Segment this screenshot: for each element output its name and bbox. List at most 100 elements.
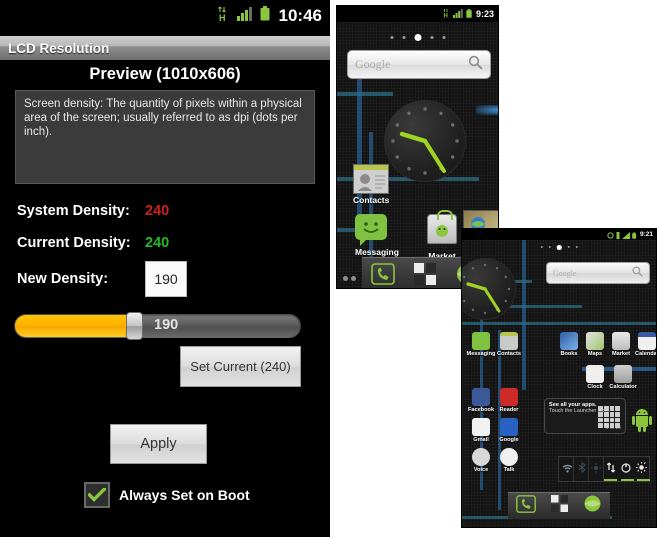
android-robot-icon <box>632 408 652 432</box>
app-icon-google[interactable]: Google <box>494 418 524 443</box>
app-title-bar: LCD Resolution <box>0 36 330 60</box>
app-icon-talk[interactable]: Talk <box>494 448 524 473</box>
tablet-dock <box>508 492 610 519</box>
usb-icon <box>616 229 620 244</box>
status-bar: H 10:46 <box>0 0 330 32</box>
wifi-icon[interactable] <box>562 460 573 478</box>
lcd-resolution-app-screenshot: H 10:46 LCD Resolution Preview (1010x606… <box>0 0 330 537</box>
search-placeholder: Google <box>553 268 577 278</box>
wallpaper-stripe <box>462 322 656 325</box>
widget-active-indicator <box>621 478 634 481</box>
sync-icon[interactable] <box>606 460 616 478</box>
app-label: Calculator <box>609 384 637 390</box>
app-label: Google <box>499 437 519 443</box>
search-placeholder: Google <box>355 57 391 71</box>
launcher-icon[interactable] <box>412 262 438 286</box>
page-dot-active <box>556 245 562 250</box>
slider-thumb[interactable] <box>126 312 143 340</box>
messaging-icon <box>355 214 387 246</box>
reader-icon <box>500 388 518 406</box>
app-label: Reader <box>499 407 519 413</box>
widget-divider <box>588 457 589 481</box>
set-current-button[interactable]: Set Current (240) <box>180 346 301 387</box>
signal-bars-icon <box>452 6 463 23</box>
page-dot <box>567 246 570 249</box>
description-text: Screen density: The quantity of pixels w… <box>24 98 302 138</box>
google-search-widget[interactable]: Google <box>347 50 491 79</box>
app-icon-market[interactable]: Market <box>427 210 457 261</box>
wallpaper-glow <box>476 105 498 115</box>
app-icon-contacts[interactable]: Contacts <box>494 332 524 357</box>
phone-icon[interactable] <box>370 262 396 286</box>
page-indicator-dots <box>540 245 578 250</box>
always-set-on-boot-checkbox[interactable] <box>84 482 110 508</box>
tablet-wallpaper: Google Books Maps Market Calendar Clock … <box>462 240 656 527</box>
widget-divider <box>573 457 574 481</box>
current-density-row: Current Density: 240 <box>17 235 169 251</box>
wallpaper-stripe <box>522 240 526 390</box>
page-dot <box>540 246 543 249</box>
page-dot <box>442 36 445 39</box>
app-icon-calendar[interactable]: Calendar <box>632 332 656 357</box>
page-dot <box>343 276 348 281</box>
new-density-input[interactable]: 190 <box>145 261 187 297</box>
app-label: Messaging <box>355 247 399 257</box>
status-bar-clock: 10:46 <box>278 6 322 25</box>
phone-icon[interactable] <box>515 494 536 518</box>
contacts-icon <box>353 164 389 194</box>
tablet-homescreen-screenshot: Google Books Maps Market Calendar Clock … <box>461 228 657 528</box>
bluetooth-icon[interactable] <box>578 460 586 478</box>
google-search-widget[interactable]: Google <box>546 262 650 284</box>
current-density-label: Current Density: <box>17 235 131 251</box>
brightness-icon[interactable] <box>635 460 647 478</box>
tablet-status-bar: 9:21 <box>462 229 656 240</box>
launcher-icon[interactable] <box>550 495 568 517</box>
system-density-value: 240 <box>145 203 170 219</box>
search-icon[interactable] <box>468 55 483 75</box>
app-icon-gmail[interactable]: Gmail <box>466 418 496 443</box>
app-label: Facebook <box>467 407 495 413</box>
app-icon-messaging[interactable]: Messaging <box>466 332 496 357</box>
apply-button[interactable]: Apply <box>110 424 207 464</box>
system-density-row: System Density: 240 <box>17 203 169 219</box>
battery-toggle-icon[interactable] <box>620 460 631 478</box>
market-icon <box>612 332 630 350</box>
current-density-value: 240 <box>145 235 170 251</box>
always-set-on-boot-row[interactable]: Always Set on Boot <box>84 482 250 508</box>
phone-clock: 9:23 <box>475 9 494 19</box>
app-icon-voice[interactable]: Voice <box>466 448 496 473</box>
density-slider[interactable]: 190 <box>14 312 301 340</box>
signal-bars-icon <box>622 229 631 244</box>
page-dot <box>575 246 578 249</box>
market-icon <box>427 210 457 244</box>
wallpaper-stripe <box>337 92 393 96</box>
app-icon-calculator[interactable]: Calculator <box>608 365 638 390</box>
books-icon <box>560 332 578 350</box>
search-icon[interactable] <box>632 264 643 282</box>
calendar-icon <box>638 332 656 350</box>
analog-clock-widget[interactable] <box>384 100 466 182</box>
battery-icon <box>632 229 637 244</box>
page-dot <box>430 36 433 39</box>
gps-icon[interactable] <box>590 460 601 478</box>
page-dot <box>390 36 393 39</box>
widget-divider <box>603 457 604 481</box>
new-density-label: New Density: <box>17 271 109 287</box>
always-set-on-boot-label: Always Set on Boot <box>119 487 250 503</box>
app-icon-messaging[interactable]: Messaging <box>355 214 399 257</box>
app-icon-clock[interactable]: Clock <box>580 365 610 390</box>
analog-clock-widget[interactable] <box>462 258 516 320</box>
page-dot <box>548 246 551 249</box>
app-icon-facebook[interactable]: Facebook <box>466 388 496 413</box>
launcher-tooltip: See all your apps. Touch the Launcher ic… <box>544 398 626 434</box>
app-label: Contacts <box>353 195 390 205</box>
app-icon-contacts[interactable]: Contacts <box>353 164 389 205</box>
browser-icon[interactable] <box>583 494 602 518</box>
maps-icon <box>586 332 604 350</box>
widget-active-indicator <box>637 478 650 481</box>
hspa-h-icon: H <box>217 6 230 27</box>
tablet-clock: 9:21 <box>639 231 653 238</box>
app-icon-reader[interactable]: Reader <box>494 388 524 413</box>
checkmark-icon <box>88 488 106 502</box>
description-box: Screen density: The quantity of pixels w… <box>15 90 315 184</box>
